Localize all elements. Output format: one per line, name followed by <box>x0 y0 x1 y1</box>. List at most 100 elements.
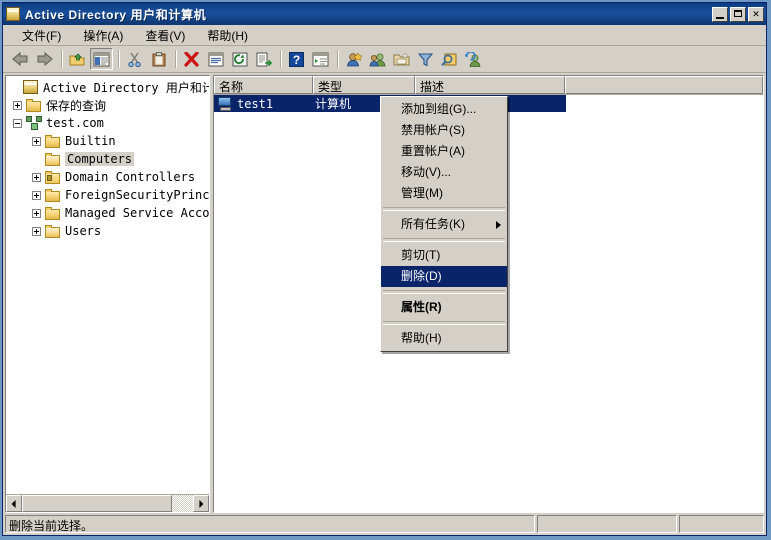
expander-none-icon <box>32 155 41 164</box>
computer-icon <box>217 96 233 111</box>
toolbar-separator <box>280 50 281 68</box>
help-question-icon[interactable]: ? <box>285 48 308 70</box>
ctx-all-tasks[interactable]: 所有任务(K) <box>381 214 507 235</box>
menu-view[interactable]: 查看(V) <box>134 25 196 46</box>
ctx-reset-account[interactable]: 重置帐户(A) <box>381 141 507 162</box>
filter-funnel-icon[interactable] <box>414 48 437 70</box>
folder-icon <box>45 134 61 148</box>
menu-bar: 文件(F) 操作(A) 查看(V) 帮助(H) <box>3 25 766 46</box>
folder-icon <box>45 188 61 202</box>
ctx-delete[interactable]: 删除(D) <box>381 266 507 287</box>
expander-plus-icon[interactable] <box>32 136 41 146</box>
console-icon <box>6 7 20 21</box>
properties-icon[interactable] <box>204 48 227 70</box>
scroll-track[interactable] <box>22 495 193 512</box>
menu-file[interactable]: 文件(F) <box>11 25 72 46</box>
tree-horizontal-scrollbar[interactable] <box>6 494 209 512</box>
domain-icon <box>26 116 42 130</box>
status-bar: 删除当前选择。 <box>3 513 766 535</box>
tree-node-label: Managed Service Accoun <box>65 206 209 220</box>
expander-plus-icon[interactable] <box>32 208 41 218</box>
back-arrow-icon[interactable] <box>9 48 32 70</box>
tree-node-builtin[interactable]: Builtin <box>8 132 209 150</box>
export-list-icon[interactable] <box>252 48 275 70</box>
window-title: Active Directory 用户和计算机 <box>25 7 207 22</box>
expander-plus-icon[interactable] <box>13 100 22 110</box>
toolbar-separator <box>118 50 119 68</box>
ctx-cut[interactable]: 剪切(T) <box>381 245 507 266</box>
scroll-left-arrow-icon[interactable] <box>6 495 22 512</box>
tree-node-root[interactable]: Active Directory 用户和计算机 <box>8 78 209 96</box>
context-menu-separator <box>383 321 505 325</box>
tree-node-domain[interactable]: test.com <box>8 114 209 132</box>
expander-plus-icon[interactable] <box>32 190 41 200</box>
tree-node-label: test.com <box>46 116 104 130</box>
tree-node-users[interactable]: Users <box>8 222 209 240</box>
tree-node-label: ForeignSecurityPrincip <box>65 188 209 202</box>
cut-scissors-icon[interactable] <box>123 48 146 70</box>
ctx-disable-account[interactable]: 禁用帐户(S) <box>381 120 507 141</box>
new-ou-icon[interactable] <box>390 48 413 70</box>
ctx-move[interactable]: 移动(V)... <box>381 162 507 183</box>
context-menu-separator <box>383 238 505 242</box>
ctx-add-to-group[interactable]: 添加到组(G)... <box>381 99 507 120</box>
list-header: 名称 类型 描述 <box>214 76 763 95</box>
expander-plus-icon[interactable] <box>32 172 41 182</box>
tree-node-saved-queries[interactable]: 保存的查询 <box>8 96 209 114</box>
context-menu-separator <box>383 290 505 294</box>
status-message: 删除当前选择。 <box>5 515 535 533</box>
ctx-properties[interactable]: 属性(R) <box>381 297 507 318</box>
folder-open-icon <box>45 224 61 238</box>
title-bar[interactable]: Active Directory 用户和计算机 ✕ <box>3 3 766 25</box>
forward-arrow-icon[interactable] <box>33 48 56 70</box>
close-button[interactable]: ✕ <box>748 6 764 22</box>
column-header-type[interactable]: 类型 <box>313 76 415 94</box>
folder-open-icon <box>45 152 61 166</box>
column-header-name[interactable]: 名称 <box>214 76 313 94</box>
find-magnifier-icon[interactable] <box>438 48 461 70</box>
tree-node-label: 保存的查询 <box>46 98 107 113</box>
minimize-button[interactable] <box>712 6 728 22</box>
context-menu: 添加到组(G)... 禁用帐户(S) 重置帐户(A) 移动(V)... 管理(M… <box>380 96 508 352</box>
content-area: Active Directory 用户和计算机 保存的查询 test.com <box>3 73 766 513</box>
add-to-group-icon[interactable] <box>462 48 485 70</box>
new-group-icon[interactable] <box>366 48 389 70</box>
svg-text:?: ? <box>293 53 300 67</box>
menu-action[interactable]: 操作(A) <box>72 25 134 46</box>
scroll-thumb[interactable] <box>22 495 172 512</box>
console-window-icon[interactable] <box>309 48 332 70</box>
toolbar-separator <box>61 50 62 68</box>
refresh-icon[interactable] <box>228 48 251 70</box>
tree-node-managed-service-accounts[interactable]: Managed Service Accoun <box>8 204 209 222</box>
scroll-right-arrow-icon[interactable] <box>193 495 209 512</box>
toolbar-separator <box>337 50 338 68</box>
folder-icon <box>26 98 42 112</box>
cell-name: test1 <box>237 96 274 111</box>
status-panel-3 <box>679 515 764 533</box>
copy-clipboard-icon[interactable] <box>147 48 170 70</box>
tree-node-computers[interactable]: Computers <box>8 150 209 168</box>
tree-node-label: Builtin <box>65 134 116 148</box>
maximize-button[interactable] <box>730 6 746 22</box>
tree-node-domain-controllers[interactable]: Domain Controllers <box>8 168 209 186</box>
tree-pane: Active Directory 用户和计算机 保存的查询 test.com <box>5 75 210 513</box>
menu-help[interactable]: 帮助(H) <box>196 25 259 46</box>
close-icon: ✕ <box>752 8 760 19</box>
new-user-icon[interactable] <box>342 48 365 70</box>
ctx-manage[interactable]: 管理(M) <box>381 183 507 204</box>
context-menu-separator <box>383 207 505 211</box>
status-panel-2 <box>537 515 677 533</box>
expander-plus-icon[interactable] <box>32 226 41 236</box>
console-tree[interactable]: Active Directory 用户和计算机 保存的查询 test.com <box>6 76 209 494</box>
column-header-filler[interactable] <box>565 76 763 94</box>
column-header-description[interactable]: 描述 <box>415 76 565 94</box>
delete-x-icon[interactable] <box>180 48 203 70</box>
tree-node-label: Computers <box>65 152 135 166</box>
ctx-help[interactable]: 帮助(H) <box>381 328 507 349</box>
show-hide-tree-icon[interactable] <box>90 48 113 70</box>
window-controls: ✕ <box>712 6 764 22</box>
tree-node-label: Users <box>65 224 102 238</box>
expander-minus-icon[interactable] <box>13 118 22 128</box>
tree-node-foreign-security-principals[interactable]: ForeignSecurityPrincip <box>8 186 209 204</box>
up-one-level-icon[interactable] <box>66 48 89 70</box>
